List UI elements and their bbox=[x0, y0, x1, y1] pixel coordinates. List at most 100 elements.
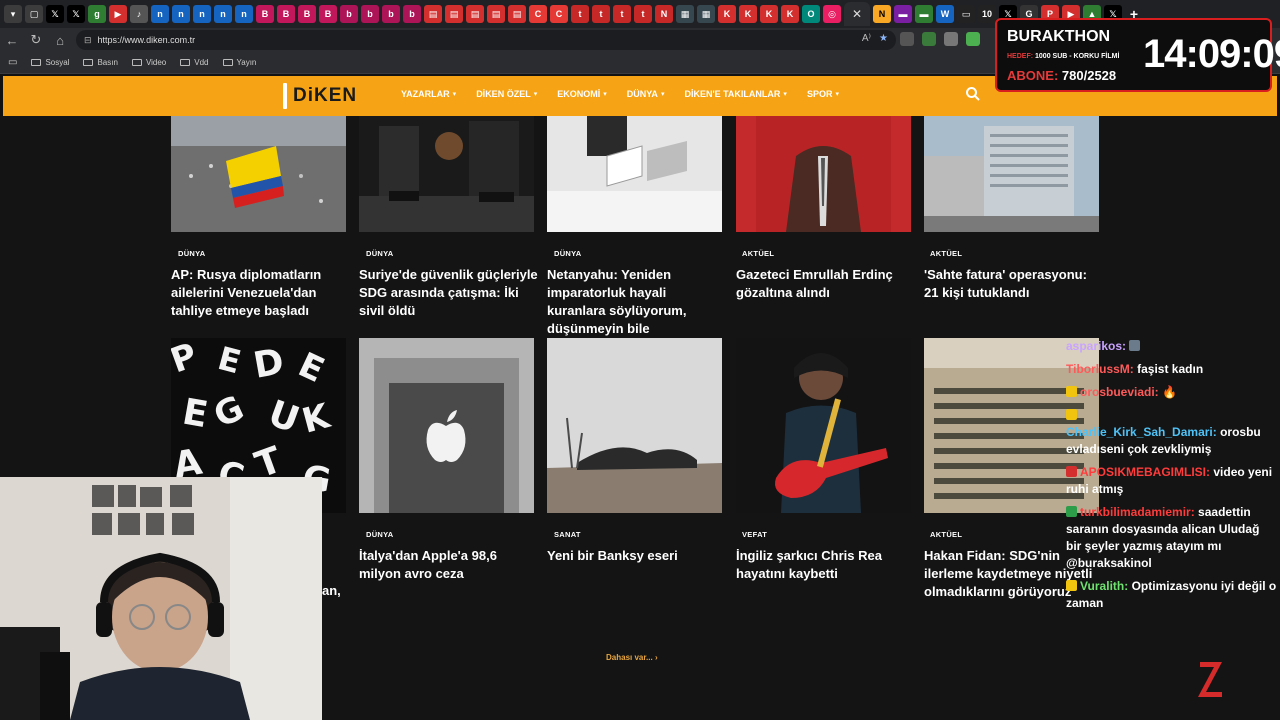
bookmark-folder[interactable]: Sosyal bbox=[31, 58, 69, 67]
article-thumbnail[interactable] bbox=[359, 338, 534, 513]
url-field[interactable]: ⊟ https://www.diken.com.tr A⁾ ★ bbox=[76, 30, 896, 50]
tab-favicon[interactable]: ▬ bbox=[894, 5, 912, 23]
article-title[interactable]: Gazeteci Emrullah Erdinç gözaltına alınd… bbox=[736, 266, 916, 302]
article-thumbnail[interactable] bbox=[359, 116, 534, 232]
tab-favicon[interactable]: ▤ bbox=[445, 5, 463, 23]
home-icon[interactable]: ⌂ bbox=[48, 28, 72, 52]
tab-favicon[interactable]: B bbox=[277, 5, 295, 23]
article-category[interactable]: DÜNYA bbox=[366, 249, 393, 258]
tablet-icon[interactable]: ▭ bbox=[8, 57, 17, 68]
tab-menu-icon[interactable]: ▾ bbox=[4, 5, 22, 23]
site-info-icon[interactable]: ⊟ bbox=[84, 35, 92, 46]
article-thumbnail[interactable] bbox=[171, 116, 346, 232]
more-link[interactable]: Dahası var... › bbox=[606, 653, 658, 662]
bookmark-folder[interactable]: Yayın bbox=[222, 58, 256, 67]
nav-item-dunya[interactable]: DÜNYA ▾ bbox=[627, 89, 665, 99]
site-logo[interactable]: DiKEN bbox=[283, 82, 357, 110]
tab-favicon[interactable]: t bbox=[571, 5, 589, 23]
tab-favicon[interactable]: K bbox=[760, 5, 778, 23]
tab-favicon[interactable]: N bbox=[873, 5, 891, 23]
tab-favicon[interactable]: O bbox=[802, 5, 820, 23]
tab-favicon[interactable]: b bbox=[403, 5, 421, 23]
article-title[interactable]: an, bbox=[322, 582, 352, 600]
tab-favicon[interactable]: n bbox=[151, 5, 169, 23]
tab-favicon[interactable]: ◎ bbox=[823, 5, 841, 23]
article-thumbnail[interactable] bbox=[924, 116, 1099, 232]
tab-favicon[interactable]: ▦ bbox=[697, 5, 715, 23]
nav-item-ekonomi[interactable]: EKONOMİ ▾ bbox=[557, 89, 607, 99]
tab-favicon[interactable]: 𝕏 bbox=[46, 5, 64, 23]
tab-favicon[interactable]: B bbox=[319, 5, 337, 23]
close-icon[interactable]: ✕ bbox=[852, 7, 862, 21]
tab-favicon[interactable]: ▬ bbox=[915, 5, 933, 23]
extension-icon[interactable] bbox=[900, 32, 914, 46]
tab-favicon[interactable]: B bbox=[256, 5, 274, 23]
tab-favicon[interactable]: K bbox=[718, 5, 736, 23]
tab-favicon[interactable]: 10 bbox=[978, 5, 996, 23]
tab-favicon[interactable]: t bbox=[592, 5, 610, 23]
article-thumbnail[interactable] bbox=[547, 338, 722, 513]
tab-favicon[interactable]: g bbox=[88, 5, 106, 23]
bookmark-folder[interactable]: Basın bbox=[83, 58, 118, 67]
url-text[interactable]: https://www.diken.com.tr bbox=[98, 35, 196, 45]
nav-item-dikene-takilanlar[interactable]: DİKEN'E TAKILANLAR ▾ bbox=[684, 89, 786, 99]
extension-icon[interactable] bbox=[922, 32, 936, 46]
tab-favicon[interactable]: t bbox=[613, 5, 631, 23]
article-category[interactable]: DÜNYA bbox=[178, 249, 205, 258]
article-category[interactable]: DÜNYA bbox=[366, 530, 393, 539]
back-icon[interactable]: ← bbox=[0, 28, 24, 52]
tab-favicon[interactable]: ▤ bbox=[508, 5, 526, 23]
tab-favicon[interactable]: t bbox=[634, 5, 652, 23]
tab-favicon[interactable]: n bbox=[214, 5, 232, 23]
tab-favicon[interactable]: ▶ bbox=[109, 5, 127, 23]
favorite-star-icon[interactable]: ★ bbox=[879, 33, 888, 44]
tab-favicon[interactable]: n bbox=[172, 5, 190, 23]
article-thumbnail[interactable] bbox=[736, 116, 911, 232]
tab-favicon[interactable]: n bbox=[193, 5, 211, 23]
bookmark-folder[interactable]: Vdd bbox=[180, 58, 209, 67]
tab-favicon[interactable]: ▤ bbox=[424, 5, 442, 23]
article-category[interactable]: AKTÜEL bbox=[742, 249, 774, 258]
article-title[interactable]: 'Sahte fatura' operasyonu: 21 kişi tutuk… bbox=[924, 266, 1104, 302]
article-category[interactable]: AKTÜEL bbox=[930, 249, 962, 258]
tab-favicon[interactable]: ▦ bbox=[676, 5, 694, 23]
tab-favicon[interactable]: B bbox=[298, 5, 316, 23]
article-title[interactable]: Yeni bir Banksy eseri bbox=[547, 547, 727, 565]
tab-favicon[interactable]: ♪ bbox=[130, 5, 148, 23]
article-title[interactable]: Netanyahu: Yeniden imparatorluk hayali k… bbox=[547, 266, 727, 338]
article-thumbnail[interactable] bbox=[547, 116, 722, 232]
nav-item-yazarlar[interactable]: YAZARLAR ▾ bbox=[401, 89, 456, 99]
article-thumbnail[interactable] bbox=[736, 338, 911, 513]
tab-favicon[interactable]: b bbox=[361, 5, 379, 23]
article-category[interactable]: AKTÜEL bbox=[930, 530, 962, 539]
tab-favicon[interactable]: b bbox=[340, 5, 358, 23]
tab-favicon[interactable]: W bbox=[936, 5, 954, 23]
tab-favicon[interactable]: n bbox=[235, 5, 253, 23]
article-title[interactable]: Suriye'de güvenlik güçleriyle SDG arasın… bbox=[359, 266, 539, 320]
search-icon[interactable] bbox=[965, 86, 981, 102]
article-title[interactable]: İngiliz şarkıcı Chris Rea hayatını kaybe… bbox=[736, 547, 916, 583]
tab-favicon[interactable]: N bbox=[655, 5, 673, 23]
tab-favicon[interactable]: K bbox=[781, 5, 799, 23]
tab-favicon[interactable]: b bbox=[382, 5, 400, 23]
extension-icon[interactable] bbox=[966, 32, 980, 46]
article-category[interactable]: VEFAT bbox=[742, 530, 767, 539]
tab-favicon[interactable]: 𝕏 bbox=[67, 5, 85, 23]
tab-favicon[interactable]: C bbox=[550, 5, 568, 23]
nav-item-diken-ozel[interactable]: DİKEN ÖZEL ▾ bbox=[476, 89, 537, 99]
tab-favicon[interactable]: ▭ bbox=[957, 5, 975, 23]
article-category[interactable]: DÜNYA bbox=[554, 249, 581, 258]
tab-favicon[interactable]: ▤ bbox=[487, 5, 505, 23]
active-tab[interactable]: ✕ bbox=[844, 2, 870, 26]
nav-item-spor[interactable]: SPOR ▾ bbox=[807, 89, 839, 99]
bookmark-folder[interactable]: Video bbox=[131, 58, 166, 67]
tab-favicon[interactable]: K bbox=[739, 5, 757, 23]
tab-favicon[interactable]: ▤ bbox=[466, 5, 484, 23]
reload-icon[interactable]: ↻ bbox=[24, 28, 48, 52]
tab-favicon[interactable]: ▢ bbox=[25, 5, 43, 23]
article-title[interactable]: AP: Rusya diplomatların ailelerini Venez… bbox=[171, 266, 351, 320]
read-aloud-icon[interactable]: A⁾ bbox=[862, 33, 871, 44]
article-title[interactable]: İtalya'dan Apple'a 98,6 milyon avro ceza bbox=[359, 547, 539, 583]
article-category[interactable]: SANAT bbox=[554, 530, 581, 539]
tab-favicon[interactable]: C bbox=[529, 5, 547, 23]
